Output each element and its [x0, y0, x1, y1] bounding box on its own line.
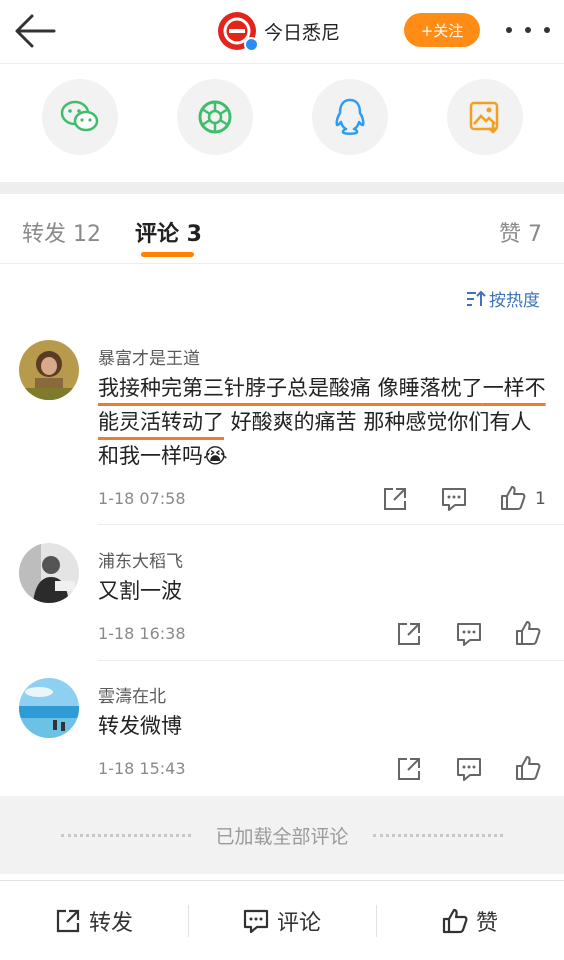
- follow-button[interactable]: +关注: [404, 13, 480, 47]
- wechat-icon[interactable]: [42, 79, 118, 155]
- like-icon[interactable]: [515, 620, 541, 646]
- reply-icon[interactable]: [456, 621, 482, 647]
- section-separator: [0, 182, 564, 194]
- repost-icon: [56, 909, 80, 933]
- comment-time: 1-18 15:43: [98, 759, 186, 778]
- comment-author[interactable]: 浦东大稻飞: [98, 547, 183, 572]
- comment-time: 1-18 07:58: [98, 489, 186, 508]
- reply-icon[interactable]: [441, 486, 467, 512]
- back-arrow-icon[interactable]: [14, 12, 56, 50]
- avatar[interactable]: [19, 340, 79, 400]
- moments-icon[interactable]: [177, 79, 253, 155]
- comment-text: 又割一波: [98, 579, 182, 603]
- tab-like[interactable]: 赞 7: [499, 216, 542, 248]
- like-count: 1: [535, 489, 546, 509]
- comment-text: 转发微博: [98, 714, 182, 738]
- active-tab-indicator: [141, 252, 194, 257]
- repost-icon[interactable]: [396, 756, 422, 782]
- top-bar: 今日悉尼 +关注: [0, 0, 564, 64]
- comment-label: 评论: [276, 911, 321, 936]
- comment-author[interactable]: 暴富才是王道: [98, 344, 200, 369]
- reply-icon[interactable]: [456, 756, 482, 782]
- bottom-action-bar: 转发 评论 赞: [0, 880, 564, 960]
- sort-icon: [467, 290, 486, 306]
- more-options-icon[interactable]: [506, 18, 550, 42]
- save-image-icon[interactable]: [447, 79, 523, 155]
- all-comments-loaded: 已加载全部评论: [0, 796, 564, 874]
- repost-icon[interactable]: [382, 486, 408, 512]
- like-icon[interactable]: [515, 755, 541, 781]
- account-name: 今日悉尼: [264, 21, 341, 44]
- tab-comment[interactable]: 评论 3: [135, 216, 202, 248]
- tab-bar: 转发 12 评论 3 赞 7: [0, 194, 564, 264]
- like-button[interactable]: 赞: [376, 881, 564, 960]
- comment-author[interactable]: 雲濤在北: [98, 682, 166, 707]
- comment-button[interactable]: 评论: [188, 881, 376, 960]
- comment-text: 我接种完第三针脖子总是酸痛 像睡落枕了一样不能灵活转动了 好酸爽的痛苦 那种感觉…: [98, 376, 546, 468]
- avatar[interactable]: [19, 678, 79, 738]
- account-logo: [218, 12, 259, 52]
- sort-label: 按热度: [489, 291, 540, 311]
- qq-icon[interactable]: [312, 79, 388, 155]
- like-label: 赞: [475, 911, 498, 936]
- avatar[interactable]: [19, 543, 79, 603]
- loaded-label: 已加载全部评论: [215, 825, 349, 848]
- dotted-line: [61, 833, 192, 837]
- divider: [98, 524, 564, 525]
- repost-icon[interactable]: [396, 621, 422, 647]
- comment-icon: [243, 909, 269, 934]
- like-icon[interactable]: [500, 485, 526, 511]
- tab-repost[interactable]: 转发 12: [22, 216, 101, 248]
- sort-button[interactable]: 按热度: [466, 286, 540, 311]
- verified-badge-icon: [244, 37, 259, 52]
- dotted-line: [372, 833, 503, 837]
- share-row: [0, 64, 564, 182]
- comment-time: 1-18 16:38: [98, 624, 186, 643]
- repost-label: 转发: [88, 911, 133, 936]
- divider: [98, 660, 564, 661]
- like-icon: [442, 908, 468, 934]
- repost-button[interactable]: 转发: [0, 881, 188, 960]
- account-header[interactable]: 今日悉尼: [218, 11, 341, 52]
